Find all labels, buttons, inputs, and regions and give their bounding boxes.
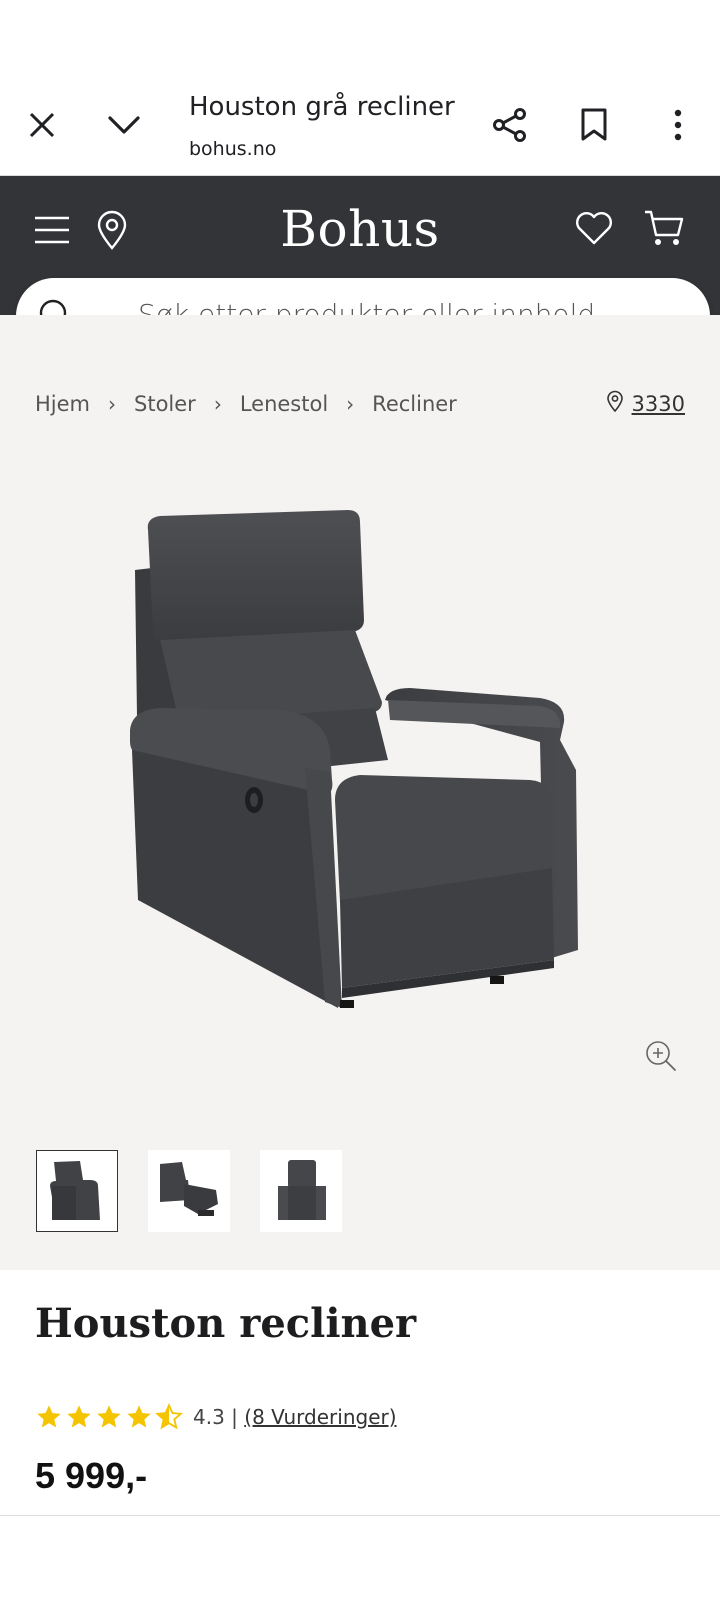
breadcrumb-item-stoler[interactable]: Stoler (134, 392, 196, 416)
wishlist-heart-icon[interactable] (574, 208, 614, 248)
thumbnail-3[interactable] (260, 1150, 342, 1232)
divider (0, 1515, 720, 1516)
breadcrumb: Hjem › Stoler › Lenestol › Recliner (35, 392, 457, 416)
product-rating: 4.3 | (8 Vurderinger) (35, 1403, 397, 1431)
breadcrumb-item-recliner[interactable]: Recliner (372, 392, 457, 416)
star-full-icon (37, 1405, 61, 1428)
reviews-link[interactable]: (8 Vurderinger) (244, 1405, 396, 1429)
star-full-icon (67, 1405, 91, 1428)
store-selector[interactable]: 3330 (606, 390, 685, 417)
page-url: bohus.no (189, 138, 277, 160)
close-icon[interactable] (14, 97, 70, 153)
chevron-down-icon[interactable] (96, 97, 152, 153)
product-price: 5 999,- (35, 1455, 148, 1496)
rating-value: 4.3 (193, 1405, 225, 1429)
product-title: Houston recliner (35, 1300, 417, 1347)
star-full-icon (97, 1405, 121, 1428)
product-main-image[interactable] (120, 510, 600, 1050)
more-options-icon[interactable] (650, 97, 706, 153)
chevron-right-icon: › (346, 392, 355, 416)
store-zip[interactable]: 3330 (632, 392, 685, 416)
browser-toolbar: Houston grå recliner bohus.no (0, 0, 720, 176)
chevron-right-icon: › (108, 392, 117, 416)
breadcrumb-item-home[interactable]: Hjem (35, 392, 90, 416)
breadcrumb-item-lenestol[interactable]: Lenestol (240, 392, 328, 416)
thumbnail-2[interactable] (148, 1150, 230, 1232)
page-title: Houston grå recliner (189, 92, 455, 122)
star-half-icon (155, 1403, 183, 1430)
cart-icon[interactable] (642, 206, 686, 250)
rating-stars (35, 1403, 183, 1431)
thumbnail-strip (36, 1150, 342, 1232)
thumbnail-1[interactable] (36, 1150, 118, 1232)
chevron-right-icon: › (213, 392, 222, 416)
star-full-icon (127, 1405, 151, 1428)
zoom-in-icon[interactable] (645, 1040, 677, 1077)
share-icon[interactable] (482, 97, 538, 153)
rating-separator: | (231, 1405, 238, 1429)
bookmark-icon[interactable] (566, 97, 622, 153)
location-pin-icon (606, 390, 624, 417)
